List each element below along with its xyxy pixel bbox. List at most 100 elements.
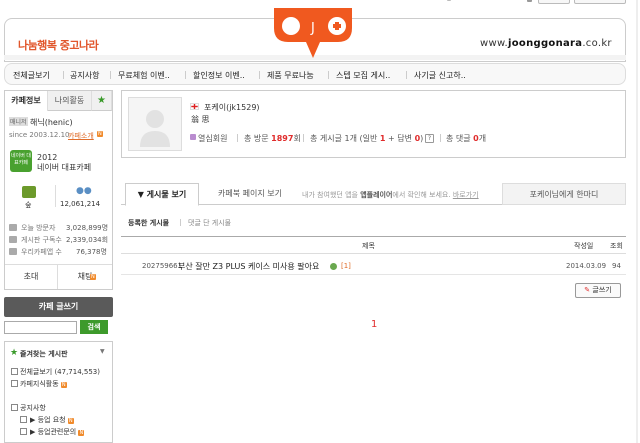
scrollbar[interactable] <box>636 0 638 443</box>
cafe-since: since 2003.12.10 <box>9 131 70 139</box>
comment-count: 총 댓글 0개 <box>446 134 487 143</box>
divider <box>440 134 441 142</box>
menu-item-all-posts[interactable]: 전체글보기 <box>13 70 50 81</box>
member-count[interactable]: 12,061,214 <box>60 200 100 208</box>
menu-divider <box>110 71 111 79</box>
menu-item-free-share[interactable]: 제품 무료나눔 <box>267 70 314 81</box>
site-url: www.joonggonara.co.kr <box>480 38 612 49</box>
menu-divider <box>63 71 64 79</box>
stat-value: 3,028,899명 <box>66 224 109 232</box>
search-button[interactable]: 검색 <box>80 320 108 334</box>
stat-label: 게시판 구독수 <box>21 236 62 244</box>
board-icon <box>11 380 18 387</box>
page-number-current[interactable]: 1 <box>371 319 377 330</box>
star-icon: ★ <box>10 348 19 358</box>
stat-value: 76,378명 <box>76 248 107 256</box>
chevron-down-icon[interactable]: ▼ <box>100 348 105 355</box>
divider <box>303 134 304 142</box>
post-date: 2014.03.09 <box>566 262 607 270</box>
cafe-write-button[interactable]: 카페 글쓰기 <box>4 297 113 317</box>
cafe-search-input[interactable] <box>4 321 77 334</box>
rep-cafe-label: 네이버 대표카페 <box>37 163 92 172</box>
menu-item-notice[interactable]: 공지사항 <box>70 70 99 81</box>
rep-cafe-year: 2012 <box>37 153 58 162</box>
manager-name[interactable]: 해닉(henic) <box>30 117 73 128</box>
board-item-all-posts[interactable]: 전체글보기 (47,714,553) <box>20 367 100 377</box>
post-views: 94 <box>612 262 621 270</box>
menu-item-staff[interactable]: 스텝 모집 게시.. <box>336 70 390 81</box>
board-item-level-inquiry[interactable]: ▶ 등업관련문의 N <box>30 427 85 437</box>
new-badge: N <box>90 274 96 280</box>
naver-rep-cafe-icon: 네이버 대표카페 <box>10 150 32 172</box>
invite-button[interactable]: 초대 <box>5 264 58 289</box>
member-level-icon <box>190 134 196 140</box>
board-icon <box>20 416 27 423</box>
stat-label: 오늘 방문자 <box>21 224 56 232</box>
top-icon <box>527 0 532 2</box>
subscribe-icon <box>9 236 17 243</box>
board-item-knowledge[interactable]: 카페지식활동 N <box>20 379 67 389</box>
cafe-grade: 숲 <box>25 201 32 209</box>
write-button[interactable]: ✎ 글쓰기 <box>575 283 621 298</box>
board-item-level-request[interactable]: ▶ 등업 요청 N <box>30 415 74 425</box>
menu-divider <box>328 71 329 79</box>
menu-divider <box>406 71 407 79</box>
board-icon <box>11 404 18 411</box>
subtab-registered-posts[interactable]: 등록한 게시물 <box>128 218 169 228</box>
column-title: 제목 <box>362 242 375 250</box>
table-row-divider <box>121 274 626 275</box>
divider <box>180 219 181 226</box>
cafe-brand-title[interactable]: 나눔행복 중고나라 <box>18 37 99 53</box>
board-icon <box>20 428 27 435</box>
new-badge: N <box>97 131 103 137</box>
tab-cafe-page[interactable]: 카페북 페이지 보기 <box>206 183 294 205</box>
tab-favorite-star-icon[interactable]: ★ <box>92 91 112 111</box>
divider <box>237 134 238 142</box>
flag-icon <box>190 103 199 110</box>
menu-item-fraud-report[interactable]: 사기글 신고하.. <box>414 70 466 81</box>
manager-badge: 매니저 <box>9 117 28 126</box>
default-avatar-icon <box>140 110 170 147</box>
app-player-notice: 내가 참여했던 앱을 앱플레이어에서 확인해 보세요. 바로가기 <box>302 191 479 199</box>
svg-text:J: J <box>310 21 315 36</box>
column-views: 조회 <box>610 242 623 250</box>
column-date: 작성일 <box>574 242 594 250</box>
top-button[interactable] <box>574 0 626 4</box>
app-icon <box>9 248 17 255</box>
visitor-icon <box>9 224 17 231</box>
top-button[interactable] <box>538 0 570 4</box>
chat-button[interactable]: 채팅 <box>58 264 112 289</box>
stat-value: 2,339,034회 <box>66 236 109 244</box>
tab-view-posts[interactable]: ▼ 게시물 보기 <box>125 183 199 206</box>
member-level: 열심회원 <box>198 134 228 143</box>
cafe-grade-icon <box>22 186 36 198</box>
cafe-intro-link[interactable]: 카페소개 <box>68 131 94 141</box>
member-nickname: 포케이(jk1529) <box>204 103 260 112</box>
top-icon <box>447 0 451 1</box>
attachment-icon <box>330 263 337 270</box>
menu-divider <box>185 71 186 79</box>
tab-cafe-info[interactable]: 카페정보 <box>5 91 48 111</box>
favorite-boards-title: 즐겨찾는 게시판 <box>20 350 68 358</box>
comment-count-link[interactable]: [1] <box>341 262 351 270</box>
pencil-icon: ✎ <box>584 286 591 294</box>
menu-divider <box>259 71 260 79</box>
tab-one-line-message[interactable]: 포케이님에게 한마디 <box>502 183 626 205</box>
member-name: 翁 思 <box>191 115 210 124</box>
post-title-link[interactable]: 부산 잘만 Z3 PLUS 케이스 미사용 팔아요 <box>178 261 319 272</box>
board-icon <box>11 368 18 375</box>
visit-count: 총 방문 1897회 <box>244 134 301 143</box>
post-count: 총 게시글 1개 (일반 1 + 답변 0) <box>310 134 424 143</box>
tab-my-activity[interactable]: 나의활동 <box>48 91 92 111</box>
help-icon[interactable]: ? <box>425 134 434 143</box>
menu-item-discount[interactable]: 할인정보 이벤.. <box>193 70 245 81</box>
shortcut-link[interactable]: 바로가기 <box>453 191 479 199</box>
cafe-logo-icon[interactable]: J <box>270 8 356 60</box>
stat-label: 우리카페앱 수 <box>21 248 62 256</box>
divider <box>55 185 56 207</box>
post-id: 202759661 <box>142 262 183 270</box>
subtab-commented-posts[interactable]: 댓글 단 게시물 <box>188 218 231 228</box>
menu-item-free-trial[interactable]: 무료체험 이벤.. <box>118 70 170 81</box>
members-icon: ●● <box>76 186 92 196</box>
board-item-notice[interactable]: 공지사항 <box>20 403 46 413</box>
